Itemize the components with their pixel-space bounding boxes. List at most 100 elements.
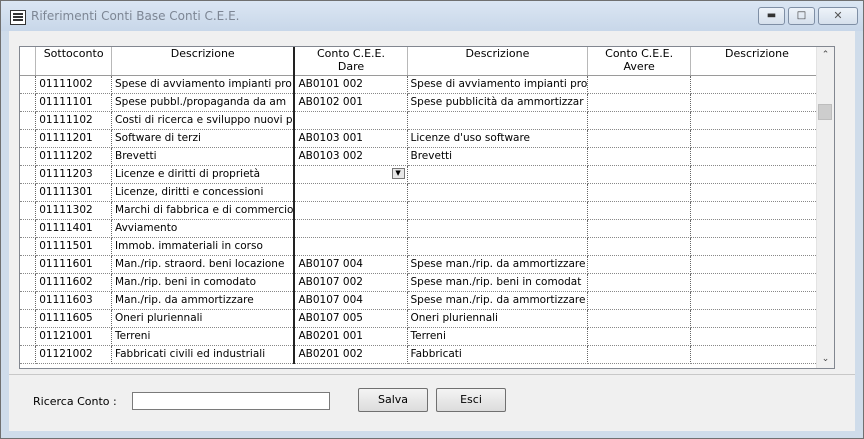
cell-descrizione-avere[interactable]: [690, 345, 824, 364]
cell-descrizione[interactable]: Marchi di fabbrica e di commercio: [111, 201, 296, 220]
cell-descrizione[interactable]: Avviamento: [111, 219, 296, 238]
cell-conto-dare[interactable]: AB0103 001: [294, 129, 408, 148]
cell-descrizione-avere[interactable]: [690, 165, 824, 184]
cell-descrizione-dare[interactable]: Spese man./rip. beni in comodat: [407, 273, 589, 292]
cell-descrizione-dare[interactable]: Fabbricati: [407, 345, 589, 364]
cell-conto-dare[interactable]: [294, 111, 408, 130]
cell-descrizione[interactable]: Man./rip. beni in comodato: [111, 273, 296, 292]
cell-conto-dare[interactable]: AB0101 002: [294, 75, 408, 94]
cell-conto-dare[interactable]: AB0201 001: [294, 327, 408, 346]
table-row[interactable]: 01111101 Spese pubbl./propaganda da am AB0…: [20, 93, 834, 112]
col-header-sottoconto[interactable]: Sottoconto: [35, 47, 113, 76]
cell-descrizione-dare[interactable]: [407, 165, 589, 184]
cell-conto-dare[interactable]: AB0103 002: [294, 147, 408, 166]
cell-descrizione[interactable]: Licenze, diritti e concessioni: [111, 183, 296, 202]
accounts-grid[interactable]: Sottoconto Descrizione Conto C.E.E. Dare …: [19, 46, 835, 369]
cell-sottoconto[interactable]: 01111501: [35, 237, 113, 256]
minimize-button[interactable]: ▬: [758, 7, 785, 25]
cell-conto-avere[interactable]: [587, 111, 691, 130]
cell-conto-avere[interactable]: [587, 273, 691, 292]
cell-descrizione-avere[interactable]: [690, 237, 824, 256]
cell-descrizione-avere[interactable]: [690, 129, 824, 148]
cell-conto-avere[interactable]: [587, 327, 691, 346]
cell-descrizione-avere[interactable]: [690, 255, 824, 274]
cell-descrizione-dare[interactable]: Spese pubblicità da ammortizzar: [407, 93, 589, 112]
cell-descrizione-avere[interactable]: [690, 273, 824, 292]
row-selector-header[interactable]: [20, 47, 37, 76]
cell-sottoconto[interactable]: 01111602: [35, 273, 113, 292]
cell-conto-dare[interactable]: AB0201 002: [294, 345, 408, 364]
cell-conto-dare[interactable]: AB0102 001: [294, 93, 408, 112]
cell-descrizione-dare[interactable]: [407, 183, 589, 202]
cell-descrizione[interactable]: Oneri pluriennali: [111, 309, 296, 328]
cell-descrizione-avere[interactable]: [690, 111, 824, 130]
vertical-scrollbar[interactable]: ⌃ ⌄: [816, 47, 834, 368]
cell-descrizione-avere[interactable]: [690, 93, 824, 112]
cell-descrizione[interactable]: Immob. immateriali in corso: [111, 237, 296, 256]
scroll-thumb[interactable]: [818, 104, 832, 120]
table-row[interactable]: 01111002 Spese di avviamento impianti pro…: [20, 75, 834, 94]
table-row[interactable]: 01111202 Brevetti AB0103 002 Brevetti: [20, 147, 834, 166]
cell-descrizione-dare[interactable]: [407, 219, 589, 238]
cell-conto-avere[interactable]: [587, 147, 691, 166]
cell-descrizione[interactable]: Fabbricati civili ed industriali: [111, 345, 296, 364]
table-row[interactable]: 01111601 Man./rip. straord. beni locazion…: [20, 255, 834, 274]
cell-descrizione-dare[interactable]: [407, 111, 589, 130]
cell-conto-dare[interactable]: AB0107 002: [294, 273, 408, 292]
cell-descrizione-dare[interactable]: Terreni: [407, 327, 589, 346]
exit-button[interactable]: Esci: [436, 388, 506, 412]
col-header-conto-dare[interactable]: Conto C.E.E. Dare: [294, 47, 408, 76]
dropdown-arrow-icon[interactable]: ▼: [391, 168, 405, 179]
cell-descrizione[interactable]: Brevetti: [111, 147, 296, 166]
cell-sottoconto[interactable]: 01111603: [35, 291, 113, 310]
cell-descrizione-avere[interactable]: [690, 201, 824, 220]
table-row[interactable]: 01121001 Terreni AB0201 001 Terreni: [20, 327, 834, 346]
col-header-conto-avere[interactable]: Conto C.E.E. Avere: [587, 47, 691, 76]
cell-conto-avere[interactable]: [587, 291, 691, 310]
cell-descrizione-dare[interactable]: Oneri pluriennali: [407, 309, 589, 328]
table-row[interactable]: 01111201 Software di terzi AB0103 001 Licen…: [20, 129, 834, 148]
cell-conto-dare[interactable]: [294, 237, 408, 256]
cell-conto-dare[interactable]: AB0107 005: [294, 309, 408, 328]
col-header-descrizione-dare[interactable]: Descrizione: [407, 47, 589, 76]
scroll-down-button[interactable]: ⌄: [817, 351, 834, 368]
cell-sottoconto[interactable]: 01111401: [35, 219, 113, 238]
cell-conto-avere[interactable]: [587, 183, 691, 202]
maximize-button[interactable]: □: [788, 7, 815, 25]
col-header-descrizione-avere[interactable]: Descrizione: [690, 47, 824, 76]
cell-descrizione-dare[interactable]: Spese man./rip. da ammortizzare: [407, 291, 589, 310]
cell-sottoconto[interactable]: 01111203: [35, 165, 113, 184]
cell-sottoconto[interactable]: 01111101: [35, 93, 113, 112]
table-row[interactable]: 01111203 Licenze e diritti di proprietà ▼: [20, 165, 834, 184]
cell-descrizione-avere[interactable]: [690, 327, 824, 346]
search-input[interactable]: [132, 392, 330, 410]
cell-descrizione-dare[interactable]: [407, 237, 589, 256]
cell-sottoconto[interactable]: 01111605: [35, 309, 113, 328]
cell-descrizione[interactable]: Spese di avviamento impianti pro: [111, 75, 296, 94]
cell-descrizione-avere[interactable]: [690, 291, 824, 310]
cell-sottoconto[interactable]: 01111002: [35, 75, 113, 94]
cell-descrizione-avere[interactable]: [690, 183, 824, 202]
close-button[interactable]: ✕: [818, 7, 858, 25]
table-row[interactable]: 01121002 Fabbricati civili ed industriali…: [20, 345, 834, 364]
cell-descrizione-avere[interactable]: [690, 309, 824, 328]
cell-descrizione-avere[interactable]: [690, 147, 824, 166]
cell-descrizione[interactable]: Costi di ricerca e sviluppo nuovi p: [111, 111, 296, 130]
cell-descrizione-dare[interactable]: Spese man./rip. da ammortizzare: [407, 255, 589, 274]
cell-descrizione-avere[interactable]: [690, 75, 824, 94]
table-row[interactable]: 01111501 Immob. immateriali in corso: [20, 237, 834, 256]
cell-conto-avere[interactable]: [587, 345, 691, 364]
title-bar[interactable]: Riferimenti Conti Base Conti C.E.E. ▬ □ …: [1, 1, 863, 31]
cell-sottoconto[interactable]: 01111102: [35, 111, 113, 130]
cell-descrizione-dare[interactable]: Spese di avviamento impianti pro: [407, 75, 589, 94]
table-row[interactable]: 01111401 Avviamento: [20, 219, 834, 238]
table-row[interactable]: 01111301 Licenze, diritti e concessioni: [20, 183, 834, 202]
cell-conto-avere[interactable]: [587, 309, 691, 328]
cell-conto-dare[interactable]: ▼: [294, 165, 408, 184]
cell-descrizione[interactable]: Man./rip. da ammortizzare: [111, 291, 296, 310]
cell-conto-avere[interactable]: [587, 165, 691, 184]
cell-conto-dare[interactable]: AB0107 004: [294, 291, 408, 310]
cell-sottoconto[interactable]: 01111201: [35, 129, 113, 148]
cell-sottoconto[interactable]: 01121001: [35, 327, 113, 346]
cell-sottoconto[interactable]: 01111601: [35, 255, 113, 274]
